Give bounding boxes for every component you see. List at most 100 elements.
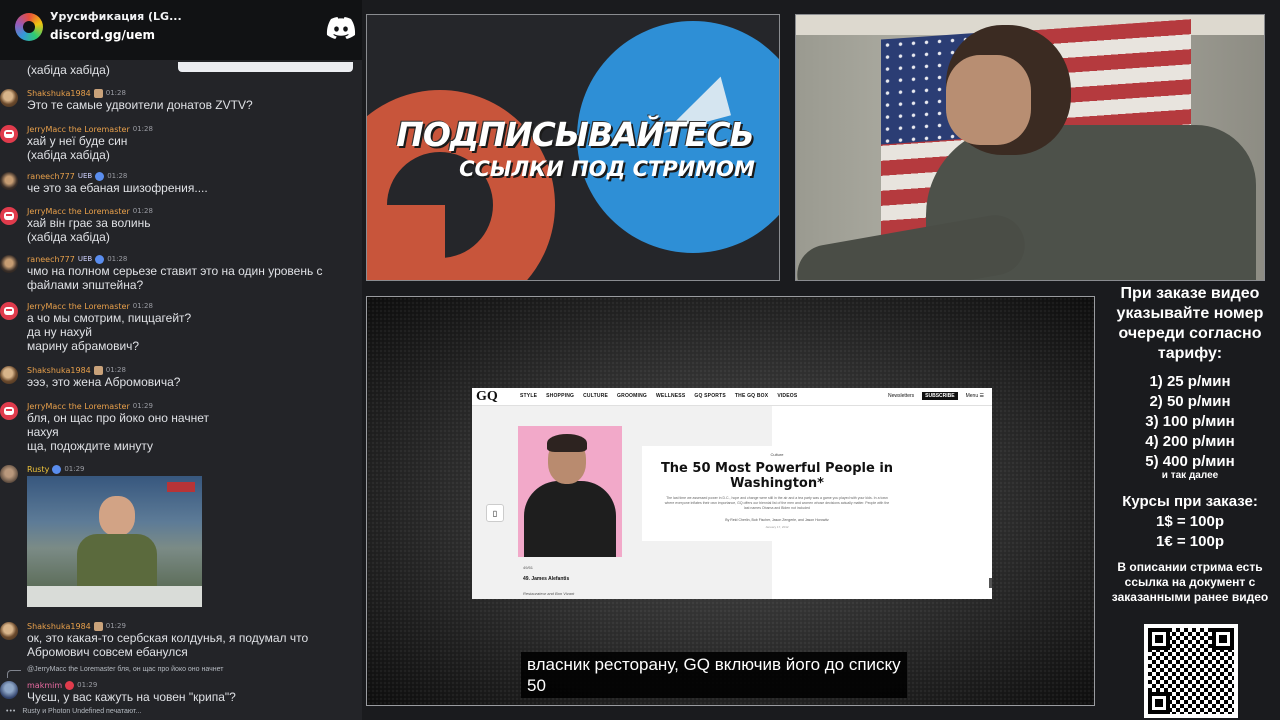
reply-curve [7, 670, 21, 678]
avatar[interactable] [0, 465, 18, 483]
image-head [99, 496, 135, 536]
message-text: чмо на полном серьезе ставит это на один… [27, 264, 323, 292]
qr-finder [1148, 692, 1170, 714]
portrait-body [524, 481, 616, 557]
username[interactable]: raneech777 [27, 172, 75, 181]
gq-headline: The 50 Most Powerful People in Washingto… [660, 461, 894, 491]
badge-icon [95, 254, 105, 264]
avatar[interactable] [0, 207, 18, 225]
gq-nav-item: CULTURE [583, 393, 609, 399]
typing-text: Rusty и Photon Undefined печатают... [22, 708, 142, 715]
timestamp: 01:28 [105, 89, 126, 97]
gq-nav-item: STYLE [520, 393, 538, 399]
gq-category: Culture [770, 452, 784, 457]
gq-nav-item: SHOPPING [546, 393, 575, 399]
avatar[interactable] [0, 402, 18, 420]
embed-bar [178, 62, 353, 72]
avatar[interactable] [0, 302, 18, 320]
avatar[interactable] [0, 255, 18, 273]
gq-article-screenshot: GQ STYLE SHOPPING CULTURE GROOMING WELLN… [472, 388, 992, 599]
order-info-panel: При заказе видео указывайте номер очеред… [1100, 284, 1280, 720]
avatar[interactable] [0, 172, 18, 190]
timestamp: 01:28 [132, 207, 153, 215]
timestamp: 01:28 [105, 366, 126, 374]
username[interactable]: JerryMacc the Loremaster [27, 125, 130, 134]
gq-nav-item: GROOMING [617, 393, 647, 399]
username[interactable]: JerryMacc the Loremaster [27, 207, 130, 216]
gq-portrait [518, 426, 622, 557]
promo-banner: ПОДПИСЫВАЙТЕСЬ ССЫЛКИ ПОД СТРИМОМ [366, 14, 780, 281]
badge-label: UEB [77, 172, 93, 180]
price-list: 1) 25 р/мин 2) 50 р/мин 3) 100 р/мин 4) … [1100, 372, 1280, 472]
message-text: хай у неї буде син (хабіда хабіда) [27, 134, 128, 162]
gq-logo: GQ [476, 389, 498, 404]
reply-preview[interactable]: @JerryMacc the Loremaster бля, он щас пр… [0, 664, 362, 678]
avatar[interactable] [0, 622, 18, 640]
message-image[interactable] [27, 476, 202, 607]
badge-icon [95, 171, 105, 181]
message-text: бля, он щас про йоко оно начнет нахуя ща… [27, 411, 209, 453]
username[interactable]: Shakshuka1984 [27, 366, 91, 375]
username[interactable]: makmim [27, 681, 62, 690]
bookmark-icon: ▯ [486, 504, 504, 522]
promo-subtitle: ССЫЛКИ ПОД СТРИМОМ [459, 157, 755, 181]
streamer-face [946, 55, 1031, 145]
timestamp: 01:29 [77, 681, 98, 689]
rates-title: Курсы при заказе: [1122, 493, 1258, 510]
avatar[interactable] [0, 681, 18, 699]
typing-indicator: ••• Rusty и Photon Undefined печатают... [6, 708, 141, 715]
username[interactable]: Shakshuka1984 [27, 89, 91, 98]
discord-header[interactable]: Урусификация (LG... discord.gg/uem [0, 0, 362, 60]
avatar[interactable] [0, 125, 18, 143]
webcam-feed [795, 14, 1265, 281]
gq-nav-item: WELLNESS [655, 393, 686, 399]
message-text: (хабіда хабіда) [27, 63, 110, 77]
avatar[interactable] [0, 366, 18, 384]
gq-scrollbar [989, 578, 992, 588]
video-player[interactable]: GQ STYLE SHOPPING CULTURE GROOMING WELLN… [366, 296, 1095, 706]
exchange-rates: Курсы при заказе: 1$ = 100р 1€ = 100р [1100, 492, 1280, 552]
timestamp: 01:28 [132, 302, 153, 310]
username[interactable]: JerryMacc the Loremaster [27, 302, 130, 311]
timestamp: 01:28 [107, 172, 128, 180]
typing-dots-icon: ••• [6, 708, 17, 715]
avatar[interactable] [0, 89, 18, 107]
price-item: 5) 400 р/мин [1145, 453, 1235, 470]
timestamp: 01:29 [132, 402, 153, 410]
timestamp: 01:28 [107, 255, 128, 263]
username[interactable]: Rusty [27, 465, 49, 474]
badge-label: UEB [77, 255, 93, 263]
gq-entry-role: Restaurateur and Bon Vivant [523, 591, 575, 596]
gq-dek: The last time we assessed power in D.C.,… [664, 496, 890, 510]
price-item: 2) 50 р/мин [1149, 393, 1231, 410]
subtitle-line: власник ресторану, GQ включив його до сп… [527, 655, 901, 674]
username[interactable]: Shakshuka1984 [27, 622, 91, 631]
tv-logo [167, 482, 195, 492]
discord-logo-icon [326, 17, 356, 39]
invite-link[interactable]: discord.gg/uem [50, 28, 155, 42]
badge-icon [93, 88, 103, 98]
gq-rank: 49/51 [523, 565, 534, 570]
chat-panel: Урусификация (LG... discord.gg/uem (хабі… [0, 0, 362, 720]
order-heading: При заказе видео указывайте номер очеред… [1116, 285, 1264, 362]
badge-icon [93, 365, 103, 375]
promo-title: ПОДПИСЫВАЙТЕСЬ [396, 115, 754, 154]
qr-code-icon[interactable] [1144, 624, 1238, 718]
price-item: 3) 100 р/мин [1145, 413, 1235, 430]
username[interactable]: raneech777 [27, 255, 75, 264]
video-subtitle: власник ресторану, GQ включив його до сп… [521, 652, 907, 698]
qr-finder [1148, 628, 1170, 650]
badge-icon [65, 680, 75, 690]
gq-nav: GQ STYLE SHOPPING CULTURE GROOMING WELLN… [472, 388, 992, 406]
gq-nav-item: THE GQ BOX [734, 393, 769, 399]
message-text: а чо мы смотрим, пиццагейт? да ну нахуй … [27, 311, 192, 353]
gq-nav-items: STYLE SHOPPING CULTURE GROOMING WELLNESS… [520, 393, 797, 399]
portrait-hair [547, 434, 587, 452]
message-text: ок, это какая-то сербская колдунья, я по… [27, 631, 309, 659]
username[interactable]: JerryMacc the Loremaster [27, 402, 130, 411]
server-icon [15, 13, 43, 41]
gq-byline: By Reid Cherlin, Bob Fischer, Jason Zeng… [725, 518, 829, 522]
price-item: 4) 200 р/мин [1145, 433, 1235, 450]
price-item: 1) 25 р/мин [1149, 373, 1231, 390]
gq-nav-right: Newsletters SUBSCRIBE Menu ☰ [888, 392, 984, 400]
